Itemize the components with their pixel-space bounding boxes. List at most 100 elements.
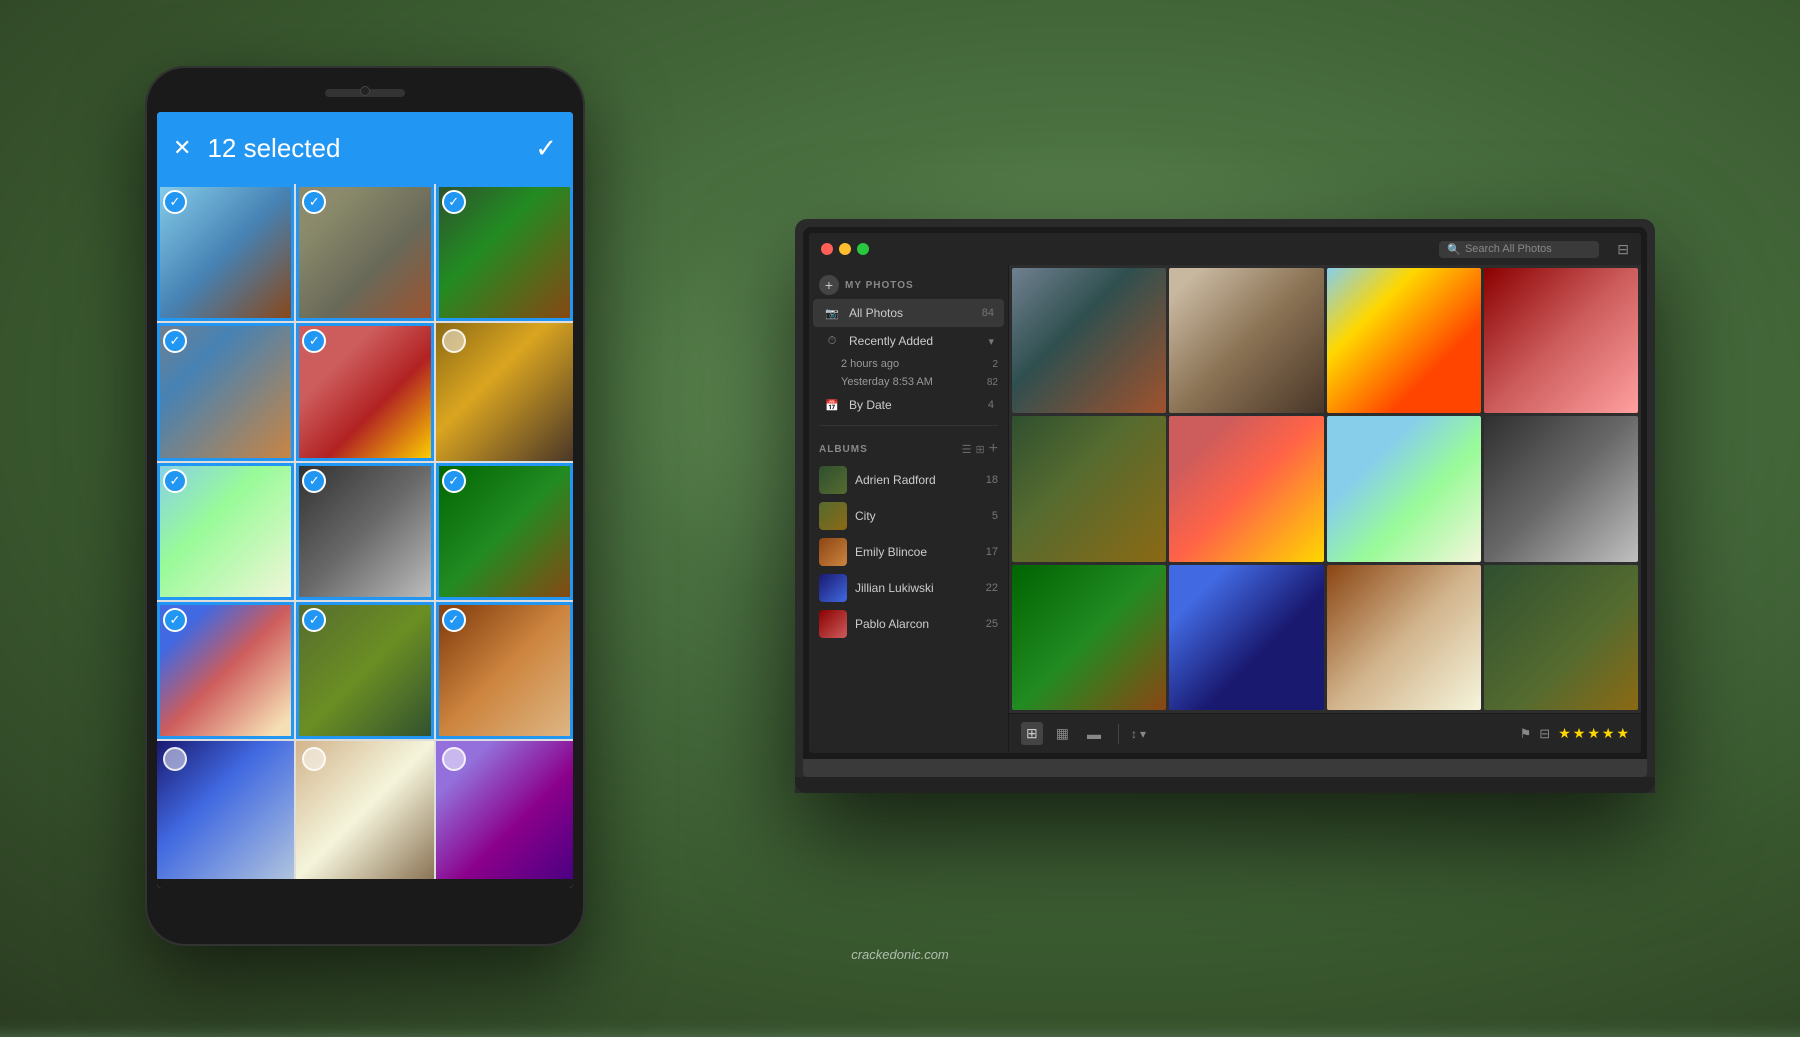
album-item-city[interactable]: City 5 xyxy=(809,498,1008,534)
phone-grid-item[interactable]: ✓ xyxy=(296,323,433,460)
recently-subitem-yesterday[interactable]: Yesterday 8:53 AM 82 xyxy=(809,373,1008,391)
phone-camera xyxy=(360,86,370,96)
maximize-window-button[interactable] xyxy=(857,243,869,255)
photo-item-1[interactable] xyxy=(1012,268,1166,413)
photo-toolbar: ⊞ ▦ ▬ ↕ ▾ ⚑ ⊟ xyxy=(1009,713,1641,753)
sort-chevron: ▾ xyxy=(1140,727,1146,741)
search-icon: 🔍 xyxy=(1447,243,1461,256)
album-name-emily: Emily Blincoe xyxy=(855,545,978,559)
photo-item-8[interactable] xyxy=(1484,416,1638,561)
photo-item-4[interactable] xyxy=(1484,268,1638,413)
phone-grid-item[interactable]: ✓ xyxy=(296,184,433,321)
selection-check: ✓ xyxy=(442,190,466,214)
album-item-adrien-radford[interactable]: Adrien Radford 18 xyxy=(809,462,1008,498)
by-date-count: 4 xyxy=(988,399,994,411)
all-photos-icon: 📷 xyxy=(823,304,841,322)
selection-check: ✓ xyxy=(163,190,187,214)
phone-selected-count: 12 selected xyxy=(207,133,519,164)
photo-item-9[interactable] xyxy=(1012,565,1166,710)
phone-grid-item[interactable] xyxy=(157,741,294,878)
search-placeholder-text: Search All Photos xyxy=(1465,243,1552,255)
by-date-icon: 📅 xyxy=(823,396,841,414)
star-2: ★ xyxy=(1573,725,1586,742)
star-rating[interactable]: ★ ★ ★ ★ ★ xyxy=(1558,725,1629,742)
photo-item-7[interactable] xyxy=(1327,416,1481,561)
album-name-pablo: Pablo Alarcon xyxy=(855,617,978,631)
phone-grid-item[interactable]: ✓ xyxy=(296,463,433,600)
flag-button[interactable]: ⚑ xyxy=(1520,726,1532,742)
album-name-adrien: Adrien Radford xyxy=(855,473,978,487)
photo-item-2[interactable] xyxy=(1169,268,1323,413)
phone-wrapper: ✕ 12 selected ✓ ✓ ✓ ✓ xyxy=(145,66,585,946)
view-list-button[interactable]: ▬ xyxy=(1082,723,1106,745)
sidebar-item-all-photos[interactable]: 📷 All Photos 84 xyxy=(813,299,1004,327)
view-mosaic-button[interactable]: ⊞ xyxy=(1021,722,1043,745)
phone-grid-item[interactable]: ✓ xyxy=(157,602,294,739)
albums-grid-view-icon[interactable]: ⊞ xyxy=(975,443,984,456)
photo-item-10[interactable] xyxy=(1169,565,1323,710)
phone-grid-item[interactable]: ✓ xyxy=(436,184,573,321)
sidebar-item-recently-added[interactable]: ⏱ Recently Added ▾ xyxy=(813,327,1004,355)
all-photos-count: 84 xyxy=(982,307,994,319)
close-window-button[interactable] xyxy=(821,243,833,255)
add-album-button[interactable]: + xyxy=(989,440,998,458)
selection-check: ✓ xyxy=(302,469,326,493)
phone-grid-item[interactable]: ✓ xyxy=(436,463,573,600)
recently-2hours-label: 2 hours ago xyxy=(841,358,992,370)
sidebar: + MY PHOTOS 📷 All Photos 84 ⏱ Recently A… xyxy=(809,265,1009,753)
recently-subitem-2hours[interactable]: 2 hours ago 2 xyxy=(809,355,1008,373)
phone-grid-item[interactable] xyxy=(436,323,573,460)
phone-grid-item[interactable] xyxy=(296,741,433,878)
album-item-emily[interactable]: Emily Blincoe 17 xyxy=(809,534,1008,570)
my-photos-label: MY PHOTOS xyxy=(845,280,914,291)
album-count-adrien: 18 xyxy=(986,474,998,486)
phone-grid-item[interactable]: ✓ xyxy=(157,184,294,321)
phone-grid-item[interactable]: ✓ xyxy=(157,323,294,460)
phone-confirm-icon[interactable]: ✓ xyxy=(535,133,557,164)
phone-topbar: ✕ 12 selected ✓ xyxy=(157,112,573,184)
album-count-pablo: 25 xyxy=(986,618,998,630)
phone-grid-item[interactable]: ✓ xyxy=(157,463,294,600)
album-count-emily: 17 xyxy=(986,546,998,558)
flag-button-2[interactable]: ⊟ xyxy=(1539,726,1550,742)
selection-check: ✓ xyxy=(442,469,466,493)
recently-added-label: Recently Added xyxy=(849,334,980,348)
sidebar-item-by-date[interactable]: 📅 By Date 4 xyxy=(813,391,1004,419)
search-bar[interactable]: 🔍 Search All Photos xyxy=(1439,241,1599,258)
album-name-jillian: Jillian Lukiwski xyxy=(855,581,978,595)
add-album-button[interactable]: + xyxy=(819,275,839,295)
album-item-jillian[interactable]: Jillian Lukiwski 22 xyxy=(809,570,1008,606)
sort-button[interactable]: ↕ ▾ xyxy=(1131,727,1146,741)
view-grid-button[interactable]: ▦ xyxy=(1051,722,1074,745)
album-item-pablo[interactable]: Pablo Alarcon 25 xyxy=(809,606,1008,642)
laptop-bezel: 🔍 Search All Photos ⊟ + MY PHOTOS xyxy=(803,227,1647,759)
photo-item-6[interactable] xyxy=(1169,416,1323,561)
album-count-jillian: 22 xyxy=(986,582,998,594)
main-container: ✕ 12 selected ✓ ✓ ✓ ✓ xyxy=(0,0,1800,1012)
phone-photo-grid: ✓ ✓ ✓ ✓ ✓ xyxy=(157,184,573,879)
phone-grid-item[interactable] xyxy=(436,741,573,878)
album-count-city: 5 xyxy=(992,510,998,522)
phone-grid-item[interactable]: ✓ xyxy=(436,602,573,739)
phone-close-icon[interactable]: ✕ xyxy=(173,135,191,161)
photo-item-3[interactable] xyxy=(1327,268,1481,413)
app-body: + MY PHOTOS 📷 All Photos 84 ⏱ Recently A… xyxy=(809,265,1641,753)
photo-item-12[interactable] xyxy=(1484,565,1638,710)
toolbar-divider xyxy=(1118,724,1119,744)
phone-bottom-nav: ◁ ⌂ ▭ xyxy=(157,879,573,888)
albums-list-view-icon[interactable]: ☰ xyxy=(962,443,972,456)
main-photo-grid xyxy=(1009,265,1641,713)
phone-grid-item[interactable]: ✓ xyxy=(296,602,433,739)
filter-icon[interactable]: ⊟ xyxy=(1617,241,1629,258)
star-5: ★ xyxy=(1616,725,1629,742)
selection-check: ✓ xyxy=(163,608,187,632)
star-4: ★ xyxy=(1602,725,1615,742)
photo-item-5[interactable] xyxy=(1012,416,1166,561)
photo-item-11[interactable] xyxy=(1327,565,1481,710)
album-thumb-pablo xyxy=(819,610,847,638)
selection-check-empty xyxy=(442,747,466,771)
minimize-window-button[interactable] xyxy=(839,243,851,255)
app-titlebar: 🔍 Search All Photos ⊟ xyxy=(809,233,1641,265)
laptop-frame: 🔍 Search All Photos ⊟ + MY PHOTOS xyxy=(795,219,1655,793)
recently-added-icon: ⏱ xyxy=(823,332,841,350)
